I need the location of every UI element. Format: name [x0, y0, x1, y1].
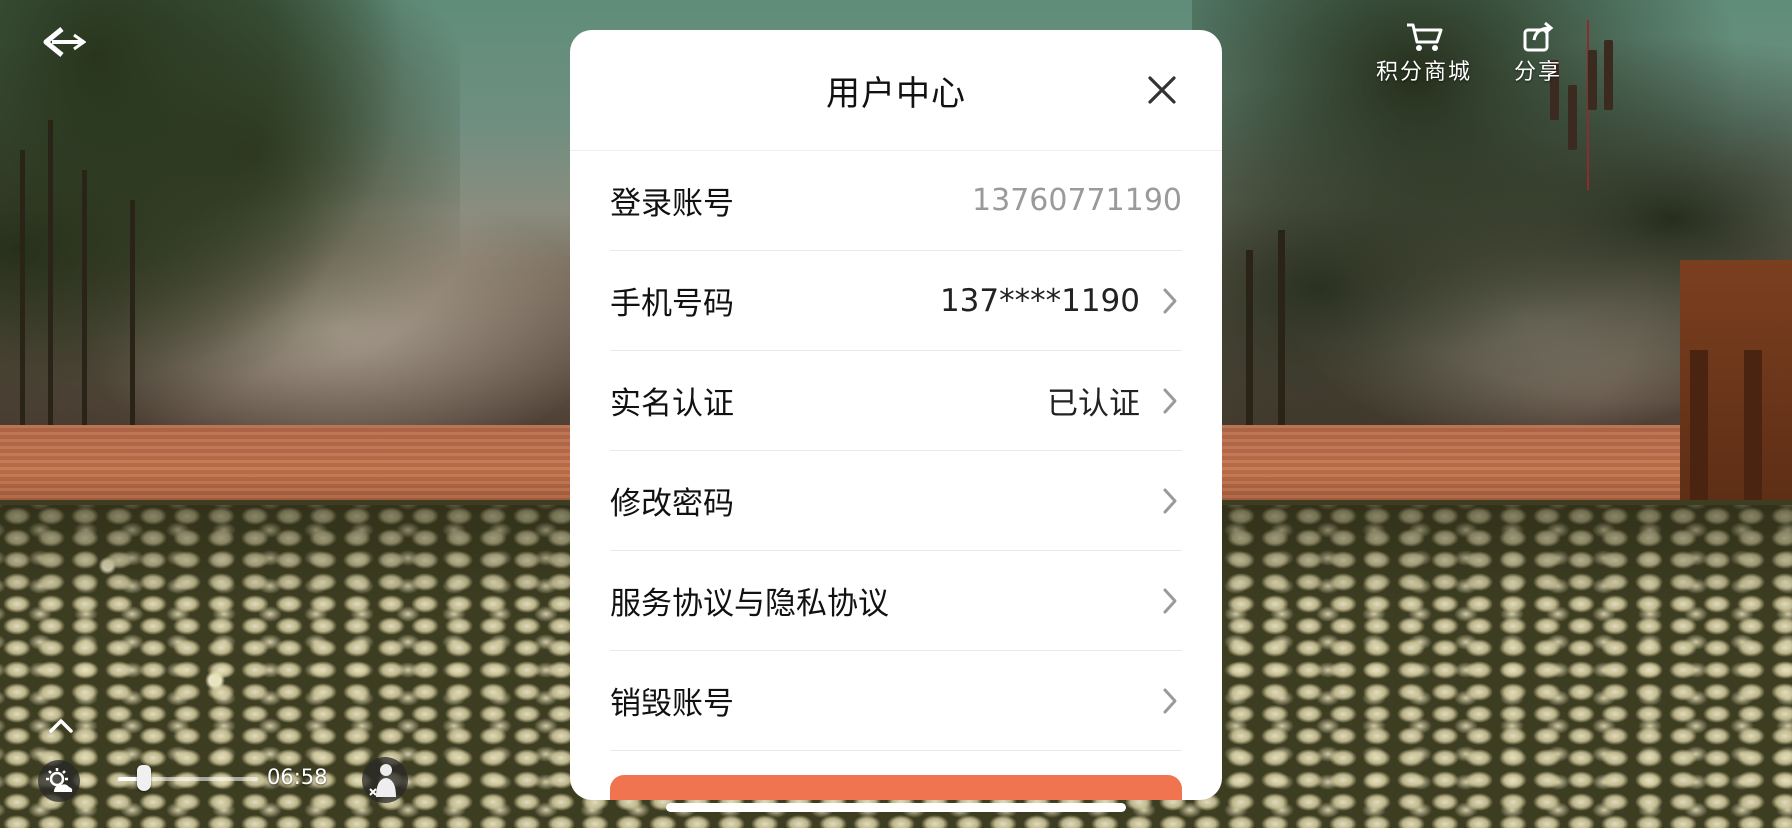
- row-label: 服务协议与隐私协议: [610, 586, 889, 622]
- row-label: 实名认证: [610, 386, 734, 422]
- row-label: 手机号码: [610, 286, 734, 322]
- back-arrow-icon: [43, 27, 86, 57]
- tree-trunk: [1278, 230, 1285, 440]
- chevron-right-icon: [1162, 285, 1182, 317]
- service-privacy-agreement-row[interactable]: 服务协议与隐私协议: [610, 551, 1182, 651]
- expand-button[interactable]: [48, 716, 74, 736]
- row-label: 登录账号: [610, 186, 734, 222]
- delete-account-row[interactable]: 销毁账号: [610, 651, 1182, 751]
- time-readout: 06:58: [267, 765, 328, 789]
- tree-trunk: [82, 170, 87, 440]
- points-shop-label: 积分商城: [1376, 60, 1473, 85]
- user-center-dialog: 用户中心 登录账号 13760771190 手机号码 137****1190 实…: [570, 30, 1222, 800]
- share-label: 分享: [1514, 60, 1563, 85]
- close-icon: [1148, 76, 1176, 104]
- tree-trunk: [130, 200, 135, 440]
- weather-button[interactable]: [38, 760, 80, 802]
- login-account-row: 登录账号 13760771190: [610, 151, 1182, 251]
- chevron-right-icon: [1162, 685, 1182, 717]
- settings-list: 登录账号 13760771190 手机号码 137****1190 实名认证 已…: [570, 151, 1222, 751]
- time-slider[interactable]: [118, 765, 258, 791]
- chevron-right-icon: [1162, 485, 1182, 517]
- chevron-right-icon: [1162, 585, 1182, 617]
- weather-icon: [46, 768, 73, 792]
- login-account-value: 13760771190: [972, 183, 1182, 218]
- dialog-header: 用户中心: [570, 30, 1222, 151]
- wind-chime: [1568, 85, 1577, 150]
- tree-trunk: [20, 150, 25, 440]
- wind-chime: [1604, 40, 1613, 110]
- tree-trunk: [1246, 250, 1253, 440]
- row-label: 销毁账号: [610, 686, 734, 722]
- change-password-row[interactable]: 修改密码: [610, 451, 1182, 551]
- character-icon: [369, 764, 396, 797]
- phone-number-row[interactable]: 手机号码 137****1190: [610, 251, 1182, 351]
- row-label: 修改密码: [610, 486, 734, 522]
- back-button[interactable]: [38, 22, 88, 62]
- tree-trunk: [48, 120, 53, 440]
- primary-action-button[interactable]: [610, 775, 1182, 800]
- chevron-right-icon: [1162, 385, 1182, 417]
- share-button[interactable]: 分享: [1514, 22, 1562, 86]
- real-name-verification-row[interactable]: 实名认证 已认证: [610, 351, 1182, 451]
- time-slider-handle[interactable]: [137, 765, 151, 791]
- close-button[interactable]: [1144, 72, 1180, 108]
- dialog-title: 用户中心: [826, 73, 966, 114]
- wind-chime: [1588, 50, 1597, 110]
- phone-number-value: 137****1190: [939, 282, 1140, 319]
- share-icon: [1522, 22, 1554, 52]
- wooden-pier: [1680, 260, 1792, 530]
- bamboo-grove-left: [0, 0, 460, 440]
- cart-icon: [1405, 22, 1443, 52]
- chevron-up-icon: [49, 719, 73, 733]
- character-button[interactable]: [362, 757, 408, 803]
- home-indicator[interactable]: [666, 803, 1126, 812]
- verification-status: 已认证: [1047, 386, 1140, 422]
- time-slider-fill: [118, 777, 139, 781]
- points-shop-button[interactable]: 积分商城: [1376, 22, 1472, 86]
